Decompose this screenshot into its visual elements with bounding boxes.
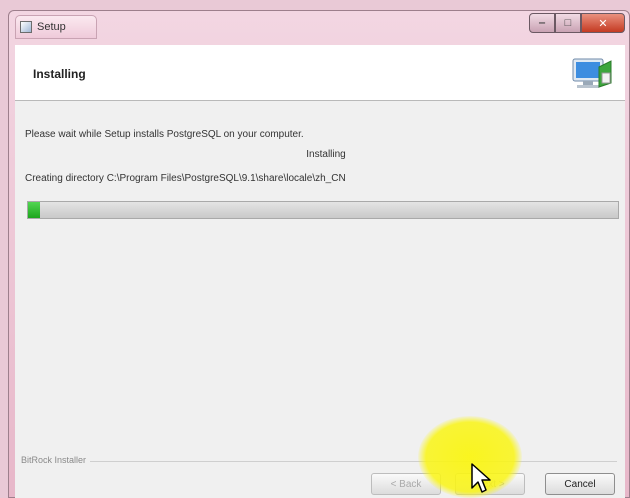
close-button[interactable]: ✕: [581, 13, 625, 33]
window-controls: ‒ □ ✕: [529, 13, 625, 35]
window-title-area: Setup: [15, 15, 97, 39]
status-description: Please wait while Setup installs Postgre…: [25, 129, 304, 140]
setup-app-icon: [20, 21, 32, 33]
current-action-text: Creating directory C:\Program Files\Post…: [25, 173, 346, 184]
cancel-button[interactable]: Cancel: [545, 473, 615, 495]
close-icon: ✕: [598, 17, 608, 30]
status-heading: Installing: [306, 149, 346, 160]
progress-fill: [28, 202, 40, 218]
title-bar[interactable]: Setup ‒ □ ✕: [9, 11, 629, 43]
installer-body: Please wait while Setup installs Postgre…: [15, 101, 625, 498]
installer-header: Installing: [15, 45, 625, 101]
setup-window: Setup ‒ □ ✕ Installing Please wait while…: [8, 10, 630, 498]
minimize-button[interactable]: ‒: [529, 13, 555, 33]
install-progress-bar: [27, 201, 619, 219]
computer-install-icon: [572, 58, 612, 88]
footer-divider: [21, 461, 617, 462]
page-title: Installing: [33, 67, 86, 81]
mouse-pointer-icon: [471, 463, 491, 493]
window-title: Setup: [37, 21, 66, 33]
maximize-button[interactable]: □: [555, 13, 581, 33]
minimize-icon: ‒: [538, 17, 546, 29]
maximize-icon: □: [564, 17, 572, 29]
installer-brand-label: BitRock Installer: [21, 455, 91, 465]
